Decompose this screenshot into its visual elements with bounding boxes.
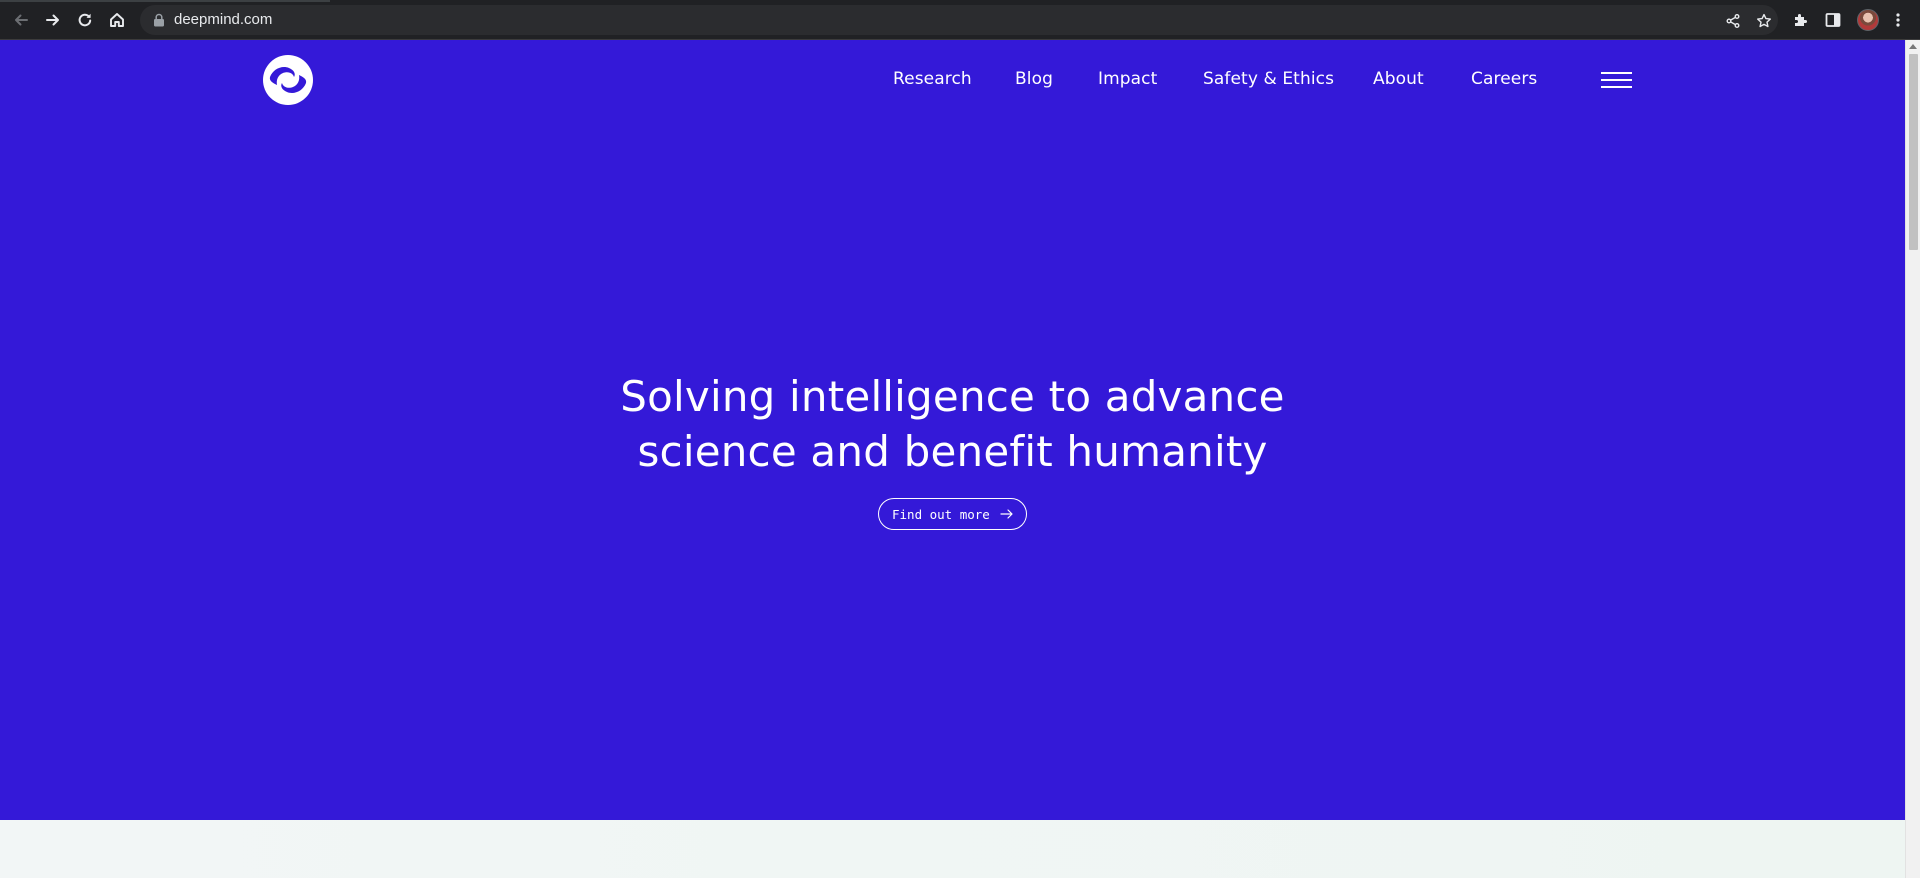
scroll-thumb[interactable] (1909, 54, 1918, 250)
nav-careers[interactable]: Careers (1471, 69, 1537, 89)
hero-headline-line-2: science and benefit humanity (637, 427, 1268, 476)
url-text: deepmind.com (174, 11, 273, 28)
hero-section: Research Blog Impact Safety & Ethics Abo… (0, 40, 1905, 820)
star-icon[interactable] (1756, 13, 1772, 29)
find-out-more-button[interactable]: Find out more (878, 498, 1027, 530)
nav-impact[interactable]: Impact (1098, 69, 1157, 89)
address-bar[interactable]: deepmind.com (140, 5, 1778, 35)
hero-headline: Solving intelligence to advance science … (0, 369, 1905, 479)
page-scrollbar[interactable] (1905, 40, 1920, 878)
reload-icon[interactable] (73, 8, 97, 32)
home-icon[interactable] (105, 8, 129, 32)
profile-avatar[interactable] (1857, 9, 1879, 31)
hero-headline-line-1: Solving intelligence to advance (620, 372, 1285, 421)
deepmind-logo[interactable] (262, 54, 314, 106)
next-section (0, 820, 1905, 878)
scroll-up-arrow-icon[interactable] (1909, 44, 1917, 49)
puzzle-icon[interactable] (1791, 10, 1811, 30)
lock-icon[interactable] (153, 13, 165, 27)
forward-arrow-icon[interactable] (41, 8, 65, 32)
side-panel-icon[interactable] (1823, 10, 1843, 30)
share-icon[interactable] (1725, 13, 1741, 29)
nav-research[interactable]: Research (893, 69, 972, 89)
tab-strip-hint (0, 0, 330, 2)
nav-about[interactable]: About (1373, 69, 1424, 89)
nav-blog[interactable]: Blog (1015, 69, 1053, 89)
kebab-menu-icon[interactable] (1888, 10, 1908, 30)
arrow-right-icon (1000, 509, 1013, 519)
nav-safety-ethics[interactable]: Safety & Ethics (1203, 69, 1334, 89)
hamburger-menu-icon[interactable] (1601, 70, 1632, 90)
back-arrow-icon[interactable] (9, 8, 33, 32)
browser-toolbar: deepmind.com (0, 0, 1920, 40)
cta-label: Find out more (892, 506, 990, 522)
